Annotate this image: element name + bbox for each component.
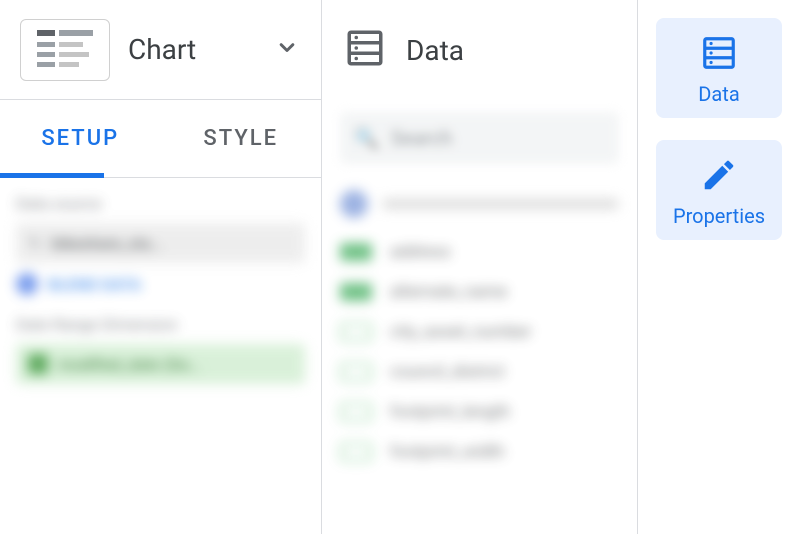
right-rail: Data Properties — [638, 0, 800, 534]
rail-data-label: Data — [698, 82, 739, 106]
tab-setup[interactable]: SETUP — [0, 100, 161, 177]
field-item[interactable]: footprint_width — [340, 432, 619, 472]
chevron-down-icon — [273, 31, 301, 69]
chart-config-panel: Chart SETUP STYLE Data source ✎ bikeshar… — [0, 0, 322, 534]
blend-icon — [16, 273, 38, 295]
database-icon — [344, 27, 386, 73]
data-source-chip[interactable]: ✎ bikeshare_sta... — [16, 223, 305, 263]
field-item[interactable]: city_asset_number — [340, 312, 619, 352]
chart-type-selector[interactable]: Chart — [0, 0, 321, 100]
rail-properties-label: Properties — [673, 204, 765, 228]
search-placeholder: Search — [391, 126, 452, 150]
date-range-label: Date Range Dimension — [16, 315, 305, 334]
edit-icon: ✎ — [28, 234, 41, 253]
field-name: alternate_name — [390, 282, 507, 302]
tab-style[interactable]: STYLE — [161, 100, 322, 177]
data-fields-panel: Data 🔍 Search address alternate_name cit… — [322, 0, 638, 534]
field-name: council_district — [390, 362, 505, 382]
field-name: footprint_length — [390, 402, 510, 422]
rail-data-button[interactable]: Data — [656, 18, 782, 118]
field-name: address — [390, 242, 451, 262]
metric-badge — [340, 403, 372, 421]
search-icon: 🔍 — [354, 126, 379, 150]
table-chart-icon — [20, 19, 110, 81]
setup-body: Data source ✎ bikeshare_sta... BLEND DAT… — [0, 178, 321, 400]
field-search-input[interactable]: 🔍 Search — [340, 112, 619, 164]
field-name: footprint_width — [390, 442, 504, 462]
calendar-icon — [28, 354, 48, 374]
source-icon — [340, 190, 368, 218]
field-item[interactable]: footprint_length — [340, 392, 619, 432]
blend-label: BLEND DATA — [48, 275, 141, 294]
fields-list: address alternate_name city_asset_number… — [322, 226, 637, 478]
dimension-badge — [340, 283, 372, 301]
source-name-placeholder — [382, 199, 619, 209]
dimension-badge — [340, 243, 372, 261]
database-icon — [700, 34, 738, 72]
data-panel-header: Data — [322, 0, 637, 100]
data-source-name: bikeshare_sta... — [51, 234, 163, 253]
field-item[interactable]: council_district — [340, 352, 619, 392]
data-source-label: Data source — [16, 194, 305, 213]
rail-properties-button[interactable]: Properties — [656, 140, 782, 240]
chart-type-label: Chart — [128, 33, 255, 66]
metric-badge — [340, 323, 372, 341]
config-tabs: SETUP STYLE — [0, 100, 321, 178]
field-name: city_asset_number — [390, 322, 531, 342]
blend-data-button[interactable]: BLEND DATA — [16, 273, 305, 295]
data-source-row[interactable] — [340, 190, 619, 218]
field-item[interactable]: alternate_name — [340, 272, 619, 312]
date-range-dimension-chip[interactable]: modified_date (Da... — [16, 344, 305, 384]
metric-badge — [340, 443, 372, 461]
date-range-field: modified_date (Da... — [58, 355, 202, 374]
metric-badge — [340, 363, 372, 381]
data-panel-title: Data — [406, 34, 464, 67]
field-item[interactable]: address — [340, 232, 619, 272]
pencil-icon — [700, 156, 738, 194]
